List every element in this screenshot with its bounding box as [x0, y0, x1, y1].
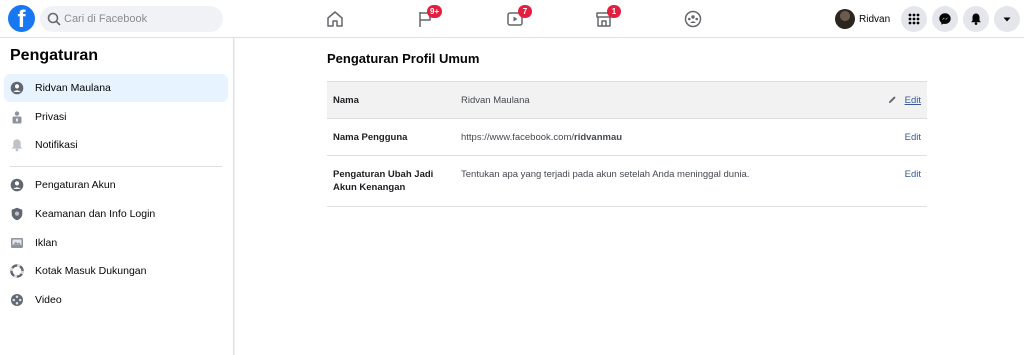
sidebar-item-privacy[interactable]: Privasi	[4, 103, 228, 131]
username-url-prefix: https://www.facebook.com/	[461, 132, 574, 143]
messenger-icon	[939, 13, 951, 25]
ad-icon	[11, 238, 23, 248]
marketplace-notification-badge: 1	[607, 5, 621, 18]
sidebar-item-security[interactable]: Keamanan dan Info Login	[4, 200, 228, 228]
groups-icon	[684, 10, 702, 28]
sidebar-item-label: Pengaturan Akun	[35, 179, 116, 191]
edit-username-link[interactable]: Edit	[905, 131, 921, 144]
search-icon	[47, 12, 61, 26]
caret-down-icon	[1003, 17, 1011, 22]
nav-marketplace-tab[interactable]: 1	[569, 2, 639, 36]
row-label: Pengaturan Ubah Jadi Akun Kenangan	[333, 169, 434, 193]
row-value: Tentukan apa yang terjadi pada akun sete…	[461, 169, 750, 180]
settings-sidebar: Pengaturan Ridvan Maulana Privasi Notifi…	[0, 38, 234, 355]
search-input[interactable]	[64, 6, 214, 32]
sidebar-item-notifications[interactable]: Notifikasi	[4, 131, 228, 159]
account-dropdown-button[interactable]	[994, 6, 1020, 32]
sidebar-item-label: Notifikasi	[35, 139, 78, 151]
sidebar-item-profile[interactable]: Ridvan Maulana	[4, 74, 228, 102]
pages-notification-badge: 9+	[427, 5, 443, 18]
row-value: https://www.facebook.com/ridvanmau	[461, 131, 622, 144]
lock-person-icon	[12, 111, 22, 124]
username-handle: ridvanmau	[574, 132, 623, 143]
edit-name-link[interactable]: Edit	[905, 94, 921, 107]
page-title: Pengaturan Profil Umum	[327, 51, 480, 66]
facebook-logo-icon[interactable]: f	[8, 5, 35, 32]
row-label: Nama Pengguna	[333, 132, 408, 143]
nav-groups-tab[interactable]	[658, 2, 728, 36]
nav-home-tab[interactable]	[300, 2, 370, 36]
notifications-button[interactable]	[963, 6, 989, 32]
menu-button[interactable]	[901, 6, 927, 32]
sidebar-item-label: Iklan	[35, 237, 58, 249]
shield-icon	[11, 207, 23, 221]
avatar	[835, 9, 855, 29]
user-circle-icon	[10, 81, 24, 95]
user-circle-icon	[10, 178, 24, 192]
edit-memorialization-link[interactable]: Edit	[905, 168, 921, 181]
settings-row-memorialization[interactable]: Pengaturan Ubah Jadi Akun Kenangan Tentu…	[327, 156, 927, 207]
bell-icon	[971, 13, 981, 25]
messenger-button[interactable]	[932, 6, 958, 32]
profile-shortcut[interactable]: Ridvan	[835, 6, 890, 32]
pencil-icon	[888, 96, 896, 104]
settings-main-panel: Pengaturan Profil Umum Nama Ridvan Maula…	[235, 38, 1024, 355]
home-icon	[327, 11, 343, 27]
sidebar-item-ads[interactable]: Iklan	[4, 229, 228, 257]
settings-row-name[interactable]: Nama Ridvan Maulana Edit	[327, 82, 927, 119]
search-box[interactable]	[40, 6, 223, 32]
profile-name: Ridvan	[859, 13, 891, 25]
sidebar-item-label: Keamanan dan Info Login	[35, 208, 156, 220]
sidebar-item-label: Privasi	[35, 111, 67, 123]
profile-settings-table: Nama Ridvan Maulana Edit Nama Pengguna h…	[327, 81, 927, 207]
sidebar-divider	[10, 166, 222, 167]
sidebar-item-account-settings[interactable]: Pengaturan Akun	[4, 171, 228, 199]
lifebuoy-icon	[10, 264, 24, 278]
row-label: Nama	[333, 95, 359, 106]
nav-watch-tab[interactable]: 7	[480, 2, 550, 36]
settings-row-username[interactable]: Nama Pengguna https://www.facebook.com/r…	[327, 119, 927, 156]
row-value: Ridvan Maulana	[461, 95, 530, 106]
film-reel-icon	[11, 294, 23, 306]
nav-pages-tab[interactable]: 9+	[390, 2, 460, 36]
sidebar-item-label: Kotak Masuk Dukungan	[35, 265, 147, 277]
watch-notification-badge: 7	[518, 5, 532, 18]
bell-icon	[11, 139, 23, 152]
sidebar-item-video[interactable]: Video	[4, 286, 228, 314]
grid-menu-icon	[908, 13, 920, 25]
sidebar-item-label: Ridvan Maulana	[35, 82, 111, 94]
sidebar-item-support-inbox[interactable]: Kotak Masuk Dukungan	[4, 257, 228, 285]
top-navigation-bar: f 9+ 7 1	[0, 0, 1024, 38]
sidebar-title: Pengaturan	[10, 47, 99, 64]
sidebar-item-label: Video	[35, 294, 62, 306]
